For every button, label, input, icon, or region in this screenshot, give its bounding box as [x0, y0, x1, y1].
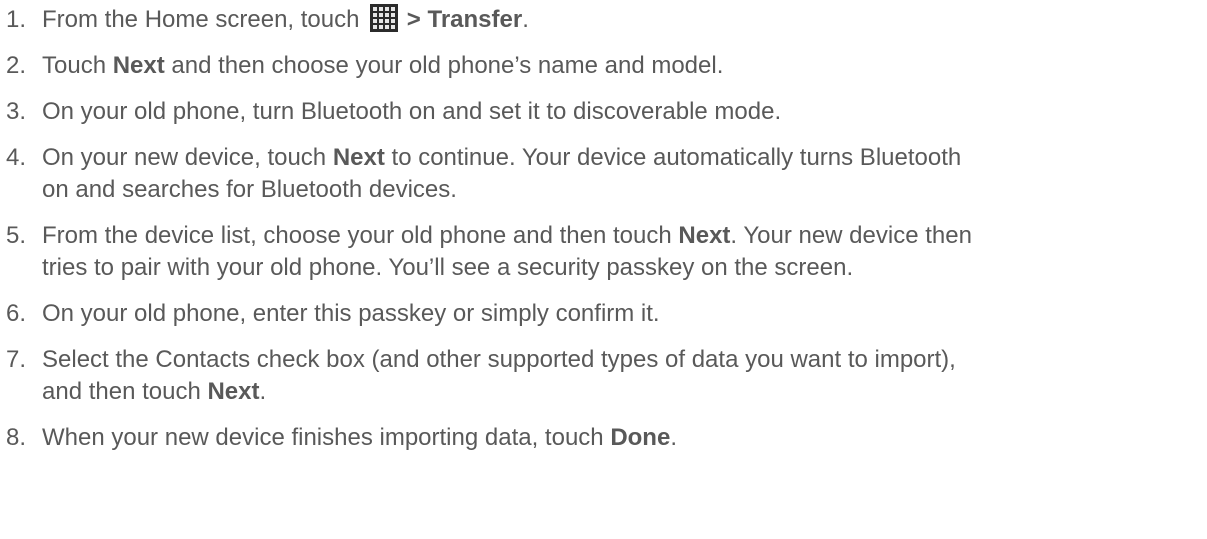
step-number: 8. — [6, 424, 27, 451]
step-6: 6. On your old phone, enter this passkey… — [6, 298, 1201, 330]
step-number: 1. — [6, 6, 27, 33]
step-text: Touch — [42, 52, 113, 79]
next-label: Next — [332, 144, 385, 171]
step-line: From the device list, choose your old ph… — [42, 220, 1201, 252]
step-number: 5. — [6, 222, 27, 249]
step-line: on and searches for Bluetooth devices. — [42, 176, 457, 203]
step-5: 5. From the device list, choose your old… — [6, 220, 1201, 284]
step-line: and then touch Next. — [42, 376, 1201, 408]
done-label: Done — [610, 424, 671, 451]
step-8: 8. When your new device finishes importi… — [6, 422, 1201, 454]
step-3: 3. On your old phone, turn Bluetooth on … — [6, 96, 1201, 128]
next-label: Next — [678, 222, 731, 249]
step-line: Select the Contacts check box (and other… — [42, 346, 956, 373]
step-text: On your old phone, turn Bluetooth on and… — [42, 98, 782, 125]
step-number: 2. — [6, 52, 27, 79]
instruction-steps-list: 1. From the Home screen, touch > Transfe… — [6, 0, 1201, 454]
step-line: On your new device, touch Next to contin… — [42, 142, 1201, 174]
step-7: 7. Select the Contacts check box (and ot… — [6, 344, 1201, 408]
next-label: Next — [112, 52, 165, 79]
step-text: On your old phone, enter this passkey or… — [42, 300, 660, 327]
step-text: When your new device finishes importing … — [42, 424, 611, 451]
apps-grid-icon — [370, 4, 399, 32]
step-text: . — [522, 6, 529, 33]
step-text: to continue. Your device automatically t… — [384, 144, 962, 171]
step-text: From the device list, choose your old ph… — [42, 222, 679, 249]
step-text: and then touch — [42, 378, 208, 405]
step-number: 6. — [6, 300, 27, 327]
step-text: . — [259, 378, 267, 405]
next-label: Next — [207, 378, 260, 405]
step-number: 7. — [6, 346, 27, 373]
step-text: On your new device, touch — [42, 144, 333, 171]
step-line: tries to pair with your old phone. You’l… — [42, 254, 854, 281]
step-number: 3. — [6, 98, 27, 125]
step-text: From the Home screen, touch — [42, 6, 367, 33]
step-1: 1. From the Home screen, touch > Transfe… — [6, 4, 1201, 36]
step-number: 4. — [6, 144, 27, 171]
step-text: and then choose your old phone’s name an… — [164, 52, 724, 79]
step-text: . Your new device then — [730, 222, 972, 249]
step-4: 4. On your new device, touch Next to con… — [6, 142, 1201, 206]
transfer-label: > Transfer — [400, 6, 523, 33]
step-text: . — [670, 424, 677, 451]
step-2: 2. Touch Next and then choose your old p… — [6, 50, 1201, 82]
